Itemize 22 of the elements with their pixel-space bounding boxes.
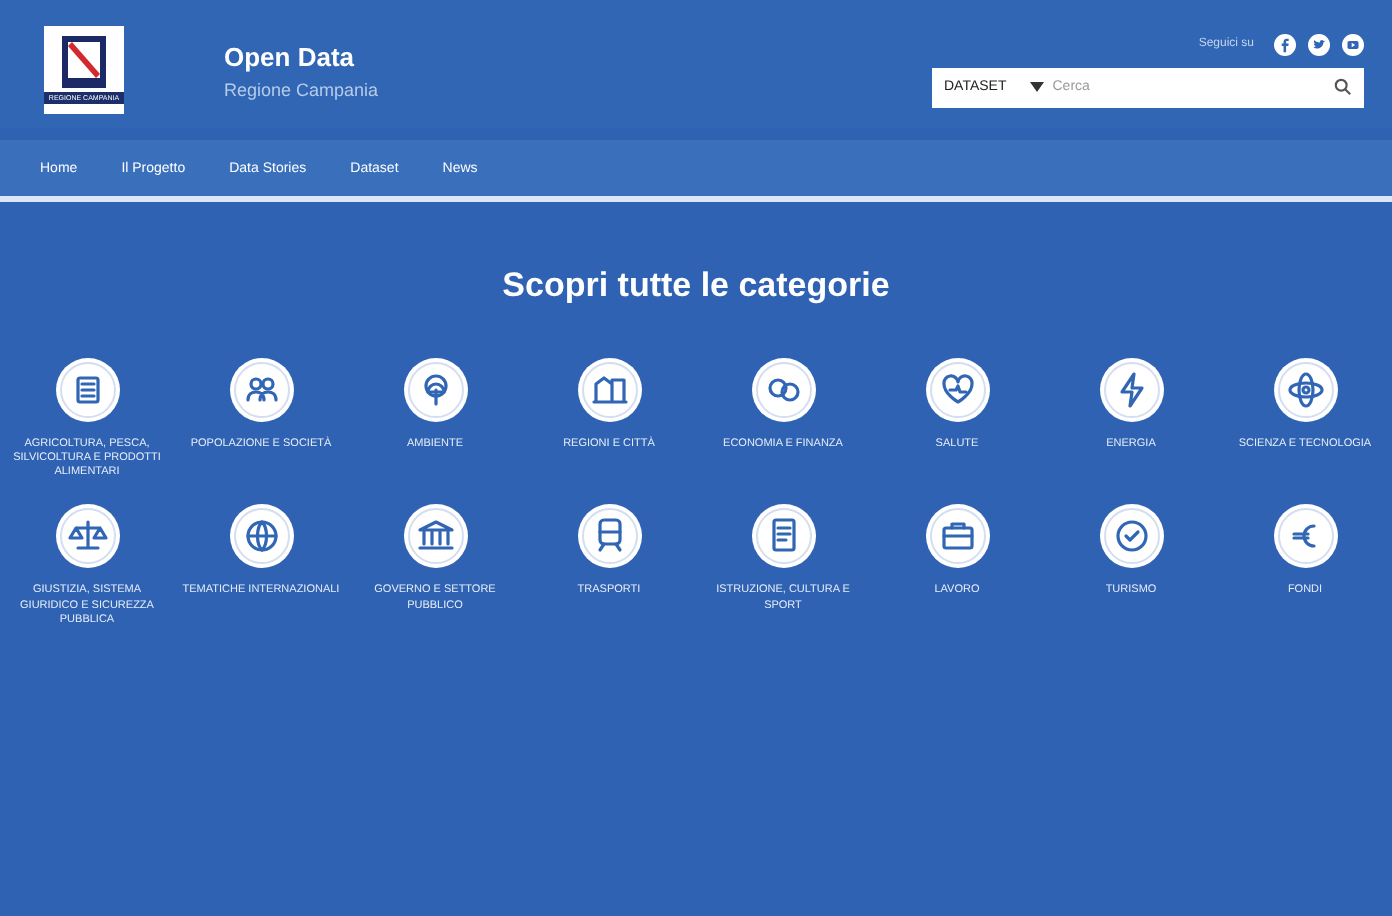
bolt-icon <box>1099 358 1163 422</box>
briefcase-icon <box>925 504 989 569</box>
bird-icon[interactable] <box>1308 33 1330 55</box>
site-subtitle: Regione Campania <box>224 79 379 99</box>
heart-icon <box>925 358 989 422</box>
scales-icon <box>55 504 119 569</box>
tree-icon <box>403 358 467 422</box>
euro-icon <box>1273 504 1337 569</box>
play-icon[interactable] <box>1342 33 1364 55</box>
search-button[interactable] <box>1322 67 1364 107</box>
atom-icon <box>1273 358 1337 422</box>
train-icon <box>577 504 641 569</box>
coins-icon <box>751 358 815 422</box>
facebook-icon[interactable] <box>1274 33 1296 55</box>
crest-icon <box>62 36 106 88</box>
page-heading: Scopri tutte le categorie <box>500 266 892 306</box>
search-icon <box>1334 78 1352 96</box>
bank-icon <box>403 504 467 569</box>
people-icon <box>229 358 293 422</box>
globe-icon <box>229 504 293 569</box>
caret-icon <box>1030 82 1045 92</box>
site-title: Open Data <box>224 41 357 71</box>
